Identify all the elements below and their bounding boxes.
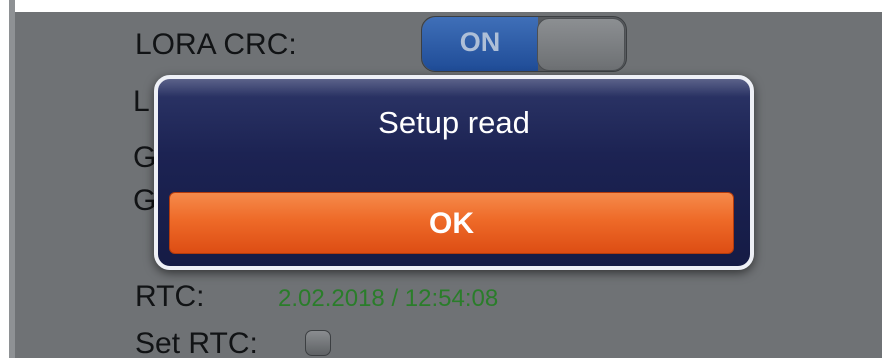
lora-crc-label: LORA CRC: — [135, 28, 297, 61]
setting-label-partial: G — [133, 141, 157, 174]
setting-label-partial: L — [133, 85, 150, 118]
settings-panel: LORA CRC: ON L G G RTC: 2.02.2018 / 12:5… — [15, 12, 882, 360]
set-rtc-checkbox[interactable] — [305, 330, 331, 356]
lora-crc-toggle[interactable]: ON — [421, 16, 627, 72]
top-margin — [15, 0, 882, 12]
ok-button[interactable]: OK — [169, 192, 734, 254]
alert-dialog: Setup read OK — [154, 75, 754, 270]
setting-label-partial: G — [133, 184, 157, 217]
left-margin — [0, 0, 9, 358]
set-rtc-label: Set RTC: — [135, 327, 258, 360]
rtc-label: RTC: — [135, 280, 205, 313]
rtc-value: 2.02.2018 / 12:54:08 — [278, 285, 499, 312]
dialog-sheen — [158, 79, 750, 97]
toggle-on-label: ON — [422, 17, 538, 71]
toggle-knob[interactable] — [537, 18, 625, 71]
dialog-message: Setup read — [378, 105, 530, 140]
